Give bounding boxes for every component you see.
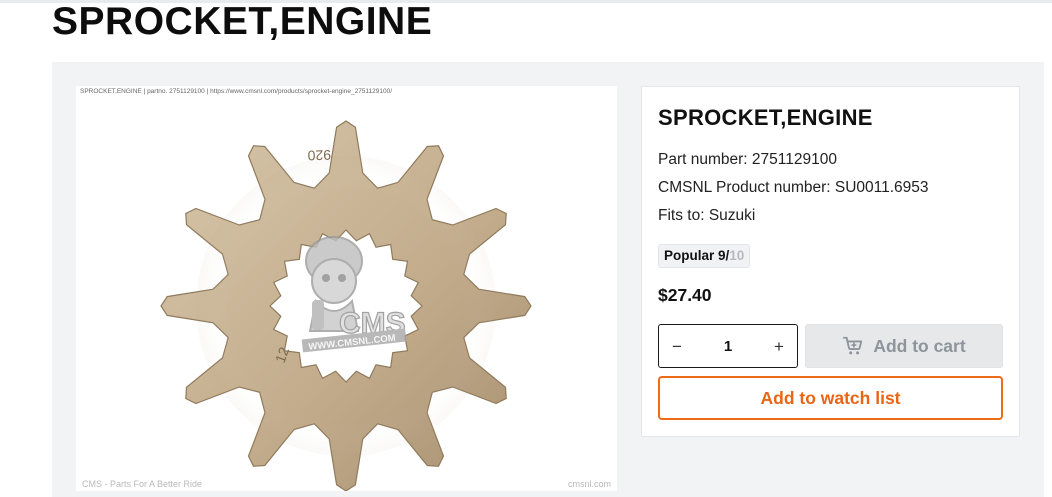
- image-footer-site: cmsnl.com: [567, 479, 611, 489]
- add-to-cart-button[interactable]: Add to cart: [805, 324, 1003, 368]
- cms-watermark-logo: CMS WWW.CMSNL.COM: [301, 236, 407, 353]
- product-name: SPROCKET,ENGINE: [658, 105, 873, 130]
- quantity-value[interactable]: 1: [724, 338, 732, 355]
- decrease-quantity-button[interactable]: −: [669, 338, 685, 355]
- product-panel: SPROCKET,ENGINE | partno. 2751129100 | h…: [52, 62, 1044, 497]
- page-title: SPROCKET,ENGINE: [52, 0, 433, 43]
- image-footer-tagline: CMS - Parts For A Better Ride: [82, 479, 203, 489]
- product-image[interactable]: SPROCKET,ENGINE | partno. 2751129100 | h…: [76, 86, 617, 491]
- cart-icon: [843, 336, 863, 355]
- popularity-badge: Popular 9/10: [658, 244, 751, 268]
- add-to-watch-list-button[interactable]: Add to watch list: [658, 376, 1003, 420]
- cmsnl-product-number: CMSNL Product number: SU0011.6953: [658, 179, 929, 196]
- fits-to: Fits to: Suzuki: [658, 207, 756, 224]
- add-to-cart-label: Add to cart: [873, 335, 966, 356]
- popularity-score: Popular 9/: [664, 248, 730, 263]
- popularity-max: 10: [729, 248, 745, 263]
- price: $27.40: [658, 285, 712, 305]
- increase-quantity-button[interactable]: +: [771, 338, 787, 355]
- sprocket-stamp-top: 920: [307, 147, 331, 164]
- product-info-card: SPROCKET,ENGINE Part number: 2751129100 …: [641, 86, 1020, 437]
- part-number: Part number: 2751129100: [658, 151, 837, 168]
- sprocket-illustration: 920 12 CMS WWW.CMSNL.COM: [160, 120, 532, 491]
- quantity-stepper: − 1 +: [658, 324, 798, 368]
